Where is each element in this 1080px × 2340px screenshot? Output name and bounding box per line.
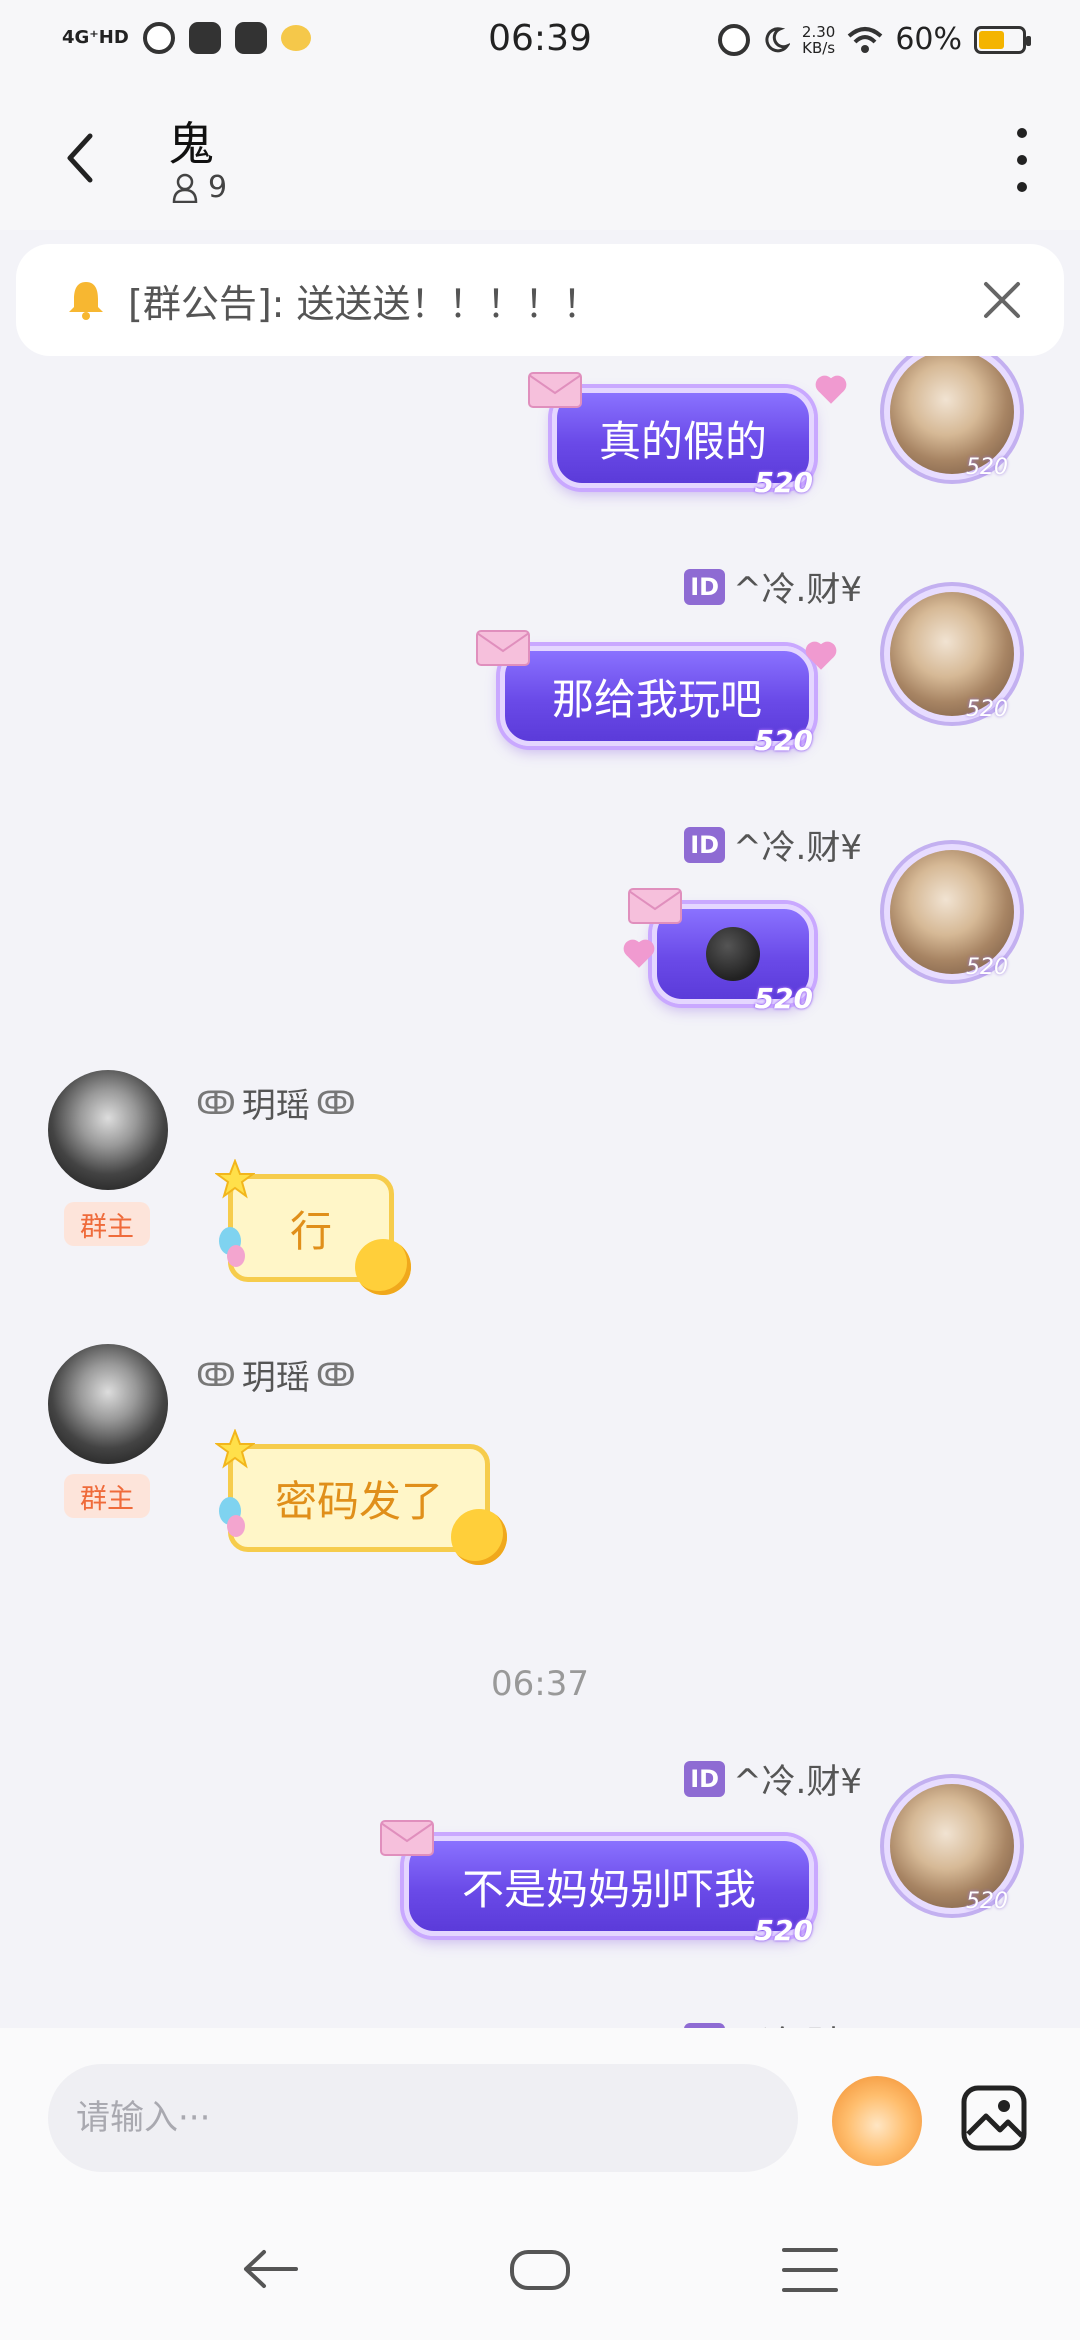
- close-icon[interactable]: [980, 278, 1024, 322]
- heart-decoration: [626, 942, 652, 968]
- chat-header: 鬼 9: [0, 84, 1080, 230]
- message-bubble[interactable]: 那给我玩吧 520: [476, 630, 814, 757]
- chevron-left-icon[interactable]: [56, 128, 106, 188]
- nav-back-icon[interactable]: [240, 2244, 300, 2294]
- image-icon[interactable]: [960, 2084, 1028, 2152]
- swirl-decoration-icon: ↂ: [196, 1355, 236, 1394]
- swirl-decoration-icon: ↂ: [315, 1083, 356, 1122]
- timestamp: 06:37: [491, 1664, 589, 1704]
- nav-menu-icon[interactable]: [782, 2248, 838, 2292]
- balloon-decoration: [227, 1245, 245, 1267]
- notice-text: [群公告]: 送送送！！！！！: [128, 281, 601, 326]
- heart-decoration: [818, 378, 844, 404]
- avatar[interactable]: [48, 1344, 168, 1464]
- wifi-icon: [847, 26, 883, 53]
- alarm-icon: [717, 23, 750, 56]
- sender-name: ID ^冷.财¥: [684, 1754, 862, 1803]
- status-bar: 4G⁺HD 06:39 2.30 KB/s 60%: [0, 0, 1080, 84]
- sender-name: ID ^冷.财¥: [684, 2016, 862, 2028]
- sender-name: ↂ 玥瑶 ↂ: [196, 1355, 356, 1399]
- avatar[interactable]: [48, 1070, 168, 1190]
- avatar[interactable]: 520: [890, 1784, 1014, 1914]
- moon-face-emoji: [706, 927, 760, 981]
- sender-name: ↂ 玥瑶 ↂ: [196, 1083, 356, 1127]
- person-icon: [172, 173, 198, 203]
- moon-icon: [765, 26, 790, 52]
- sender-name: ID ^冷.财¥: [684, 562, 862, 611]
- mascot-sticker-icon: [451, 1509, 507, 1565]
- message-input[interactable]: [48, 2064, 798, 2172]
- id-badge: ID: [684, 568, 726, 605]
- swirl-decoration-icon: ↂ: [196, 1083, 236, 1122]
- battery-fill: [979, 30, 1004, 49]
- group-notice-bar[interactable]: [群公告]: 送送送！！！！！: [16, 244, 1064, 356]
- avatar[interactable]: 520: [890, 356, 1014, 480]
- mascot-sticker-icon[interactable]: [832, 2076, 922, 2166]
- input-bar: [0, 2028, 1080, 2200]
- message-list[interactable]: 520 真的假的 520 ID ^冷.财¥ 520 那给我玩吧 520 ID ^…: [0, 356, 1080, 2028]
- message-bubble[interactable]: 520: [628, 888, 814, 1015]
- envelope-icon: [628, 888, 682, 924]
- member-count[interactable]: 9: [172, 170, 227, 205]
- message-bubble[interactable]: 密码发了: [215, 1429, 507, 1565]
- nav-home-button[interactable]: [510, 2250, 570, 2290]
- balloon-decoration: [227, 1515, 245, 1537]
- id-badge: ID: [684, 826, 726, 863]
- swirl-decoration-icon: ↂ: [315, 1355, 356, 1394]
- system-nav-bar: [0, 2200, 1080, 2340]
- sender-name: ID ^冷.财¥: [684, 820, 862, 869]
- envelope-icon: [528, 372, 582, 408]
- battery-icon: [974, 25, 1031, 54]
- message-bubble[interactable]: 不是妈妈别吓我 520: [380, 1820, 814, 1947]
- bell-icon: [69, 282, 103, 320]
- battery-percent: 60%: [895, 22, 962, 57]
- avatar[interactable]: 520: [890, 850, 1014, 980]
- group-title: 鬼: [168, 117, 214, 171]
- star-icon: [215, 1429, 255, 1469]
- star-icon: [215, 1159, 255, 1199]
- envelope-icon: [476, 630, 530, 666]
- avatar[interactable]: 520: [890, 592, 1014, 722]
- mascot-sticker-icon: [355, 1239, 411, 1295]
- owner-badge: 群主: [64, 1202, 150, 1246]
- message-bubble[interactable]: 行: [215, 1159, 411, 1295]
- message-bubble[interactable]: 真的假的 520: [528, 372, 814, 499]
- owner-badge: 群主: [64, 1474, 150, 1518]
- network-speed: 2.30 KB/s: [801, 22, 836, 57]
- more-vertical-icon[interactable]: [1012, 128, 1032, 192]
- id-badge: ID: [684, 1760, 726, 1797]
- envelope-icon: [380, 1820, 434, 1856]
